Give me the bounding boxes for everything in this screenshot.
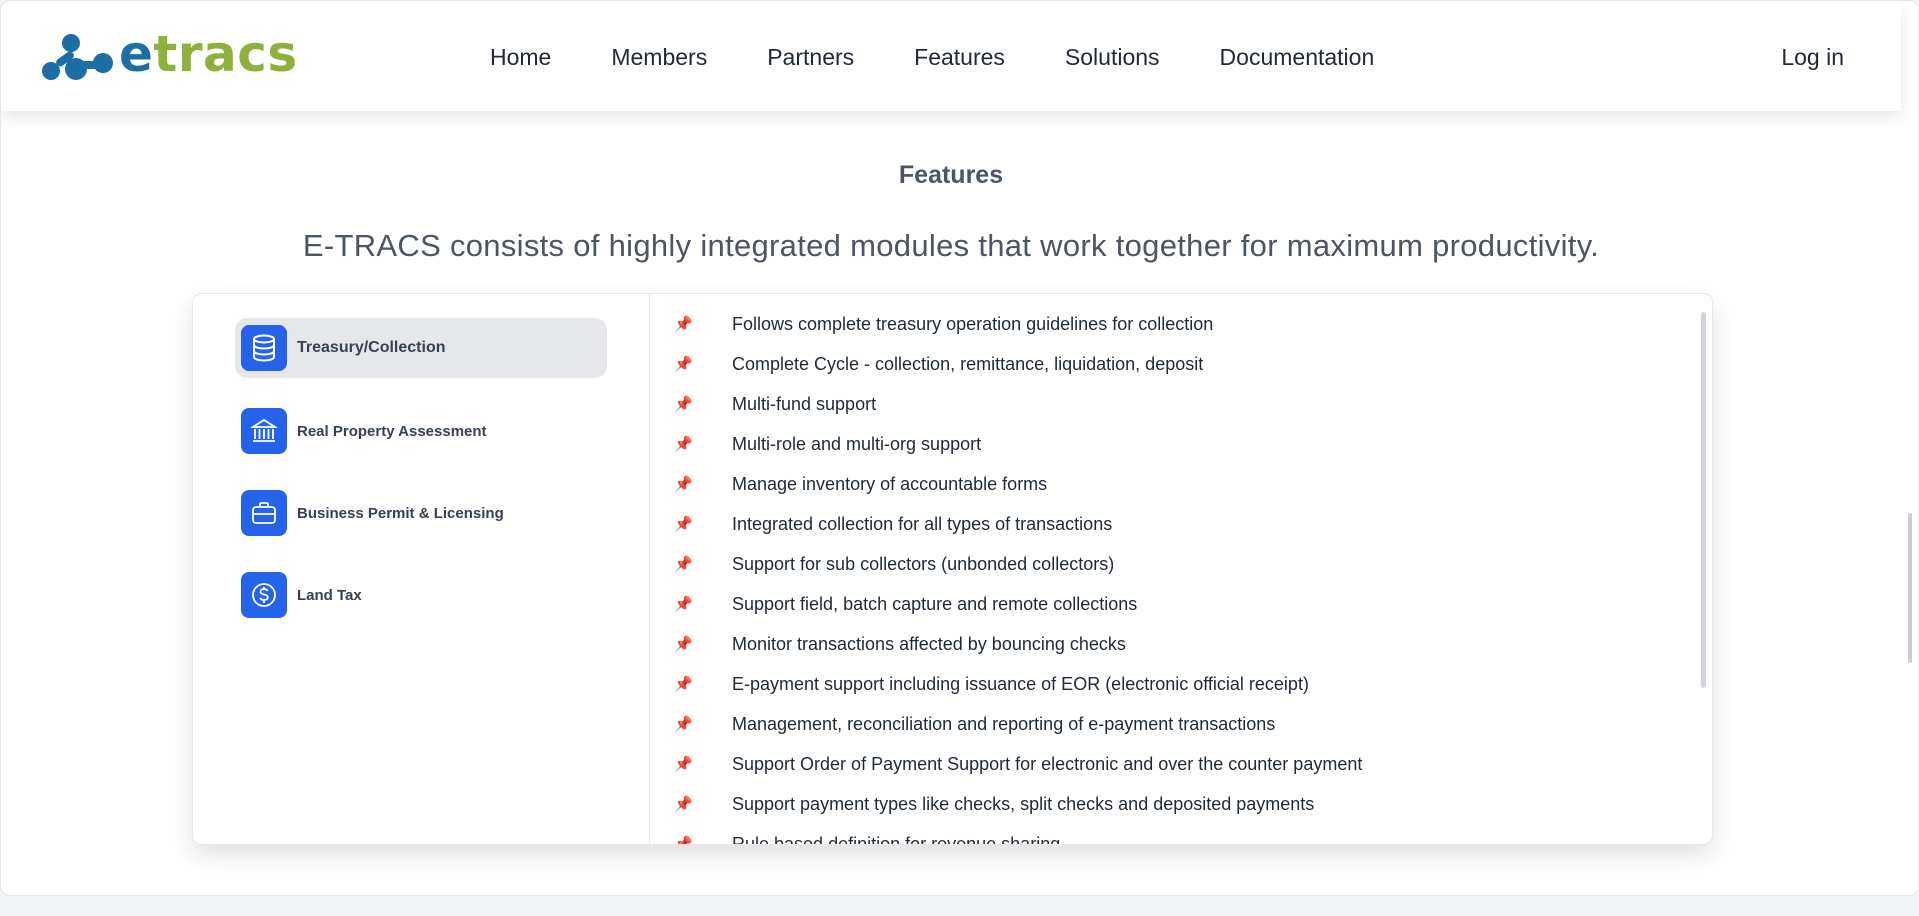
feature-text: Monitor transactions affected by bouncin… (732, 633, 1126, 654)
feature-text: Manage inventory of accountable forms (732, 473, 1048, 494)
module-label: Business Permit & Licensing (297, 504, 504, 522)
pushpin-icon: 📌 (674, 555, 693, 573)
etracs-logo[interactable]: etracs (41, 27, 298, 87)
pushpin-icon: 📌 (674, 355, 693, 373)
section-label: Features (898, 161, 1004, 189)
browser-page: etracs Home Members Partners Features So… (0, 0, 1919, 896)
feature-item: 📌 Rule based definition for revenue shari… (650, 824, 1362, 845)
pushpin-icon: 📌 (674, 475, 693, 493)
feature-text: Follows complete treasury operation guid… (732, 313, 1214, 334)
features-card: Treasury/Collection Real Property Assess… (192, 293, 1713, 845)
section-subtitle: E-TRACS consists of highly integrated mo… (302, 228, 1600, 263)
feature-text: Multi-role and multi-org support (732, 433, 982, 454)
page-scrollbar[interactable] (1908, 513, 1912, 663)
feature-item: 📌 Complete Cycle - collection, remittance… (650, 344, 1362, 384)
logo-dots-icon (42, 34, 113, 80)
feature-item: 📌 Follows complete treasury operation gui… (650, 304, 1362, 344)
bank-icon (241, 408, 287, 454)
module-label: Real Property Assessment (297, 422, 487, 440)
module-treasury-collection[interactable]: Treasury/Collection (235, 318, 607, 378)
module-business-permit-licensing[interactable]: Business Permit & Licensing (241, 488, 601, 538)
feature-item: 📌 Support payment types like checks, spli… (650, 784, 1362, 824)
pushpin-icon: 📌 (674, 755, 693, 773)
nav-solutions[interactable]: Solutions (1065, 41, 1160, 73)
feature-text: Support for sub collectors (unbonded col… (732, 553, 1115, 574)
pushpin-icon: 📌 (674, 635, 693, 653)
feature-text: Multi-fund support (732, 393, 877, 414)
feature-text: Complete Cycle - collection, remittance,… (732, 353, 1204, 374)
database-icon (241, 325, 287, 371)
logo-wordmark: etracs (119, 25, 298, 83)
nav-partners[interactable]: Partners (767, 41, 854, 73)
feature-item: 📌 Management, reconciliation and reportin… (650, 704, 1362, 744)
pushpin-icon: 📌 (674, 395, 693, 413)
pushpin-icon: 📌 (674, 315, 693, 333)
site-header: etracs Home Members Partners Features So… (1, 1, 1901, 111)
module-label: Treasury/Collection (297, 339, 446, 356)
feature-text: Support payment types like checks, split… (732, 793, 1315, 814)
feature-item: 📌 Monitor transactions affected by bounci… (650, 624, 1362, 664)
feature-list: 📌 Follows complete treasury operation gui… (650, 304, 1362, 845)
pushpin-icon: 📌 (674, 435, 693, 453)
module-real-property-assessment[interactable]: Real Property Assessment (241, 406, 601, 456)
feature-item: 📌 Manage inventory of accountable forms (650, 464, 1362, 504)
feature-text: Rule based definition for revenue sharin… (732, 833, 1061, 845)
module-land-tax[interactable]: Land Tax (241, 570, 601, 620)
pushpin-icon: 📌 (674, 515, 693, 533)
feature-item: 📌 Integrated collection for all types of … (650, 504, 1362, 544)
nav-home[interactable]: Home (490, 41, 551, 73)
main-nav: Home Members Partners Features Solutions… (490, 41, 1374, 73)
nav-documentation[interactable]: Documentation (1220, 41, 1375, 73)
pushpin-icon: 📌 (674, 795, 693, 813)
feature-text: Support field, batch capture and remote … (732, 593, 1138, 614)
feature-panel[interactable]: 📌 Follows complete treasury operation gui… (650, 294, 1712, 844)
feature-item: 📌 Support for sub collectors (unbonded co… (650, 544, 1362, 584)
feature-item: 📌 Multi-fund support (650, 384, 1362, 424)
feature-text: E-payment support including issuance of … (732, 673, 1309, 694)
panel-scrollbar[interactable] (1701, 312, 1706, 688)
pushpin-icon: 📌 (674, 595, 693, 613)
nav-members[interactable]: Members (611, 41, 707, 73)
feature-item: 📌 Support Order of Payment Support for el… (650, 744, 1362, 784)
feature-item: 📌 E-payment support including issuance of… (650, 664, 1362, 704)
login-link[interactable]: Log in (1781, 41, 1844, 73)
feature-item: 📌 Multi-role and multi-org support (650, 424, 1362, 464)
feature-item: 📌 Support field, batch capture and remote… (650, 584, 1362, 624)
module-label: Land Tax (297, 586, 362, 604)
dollar-circle-icon (241, 572, 287, 618)
feature-text: Support Order of Payment Support for ele… (732, 753, 1363, 774)
feature-text: Management, reconciliation and reporting… (732, 713, 1276, 734)
pushpin-icon: 📌 (674, 715, 693, 733)
briefcase-icon (241, 490, 287, 536)
pushpin-icon: 📌 (674, 675, 693, 693)
module-list: Treasury/Collection Real Property Assess… (193, 294, 650, 844)
pushpin-icon: 📌 (674, 835, 693, 845)
nav-features[interactable]: Features (914, 41, 1005, 73)
feature-text: Integrated collection for all types of t… (732, 513, 1113, 534)
